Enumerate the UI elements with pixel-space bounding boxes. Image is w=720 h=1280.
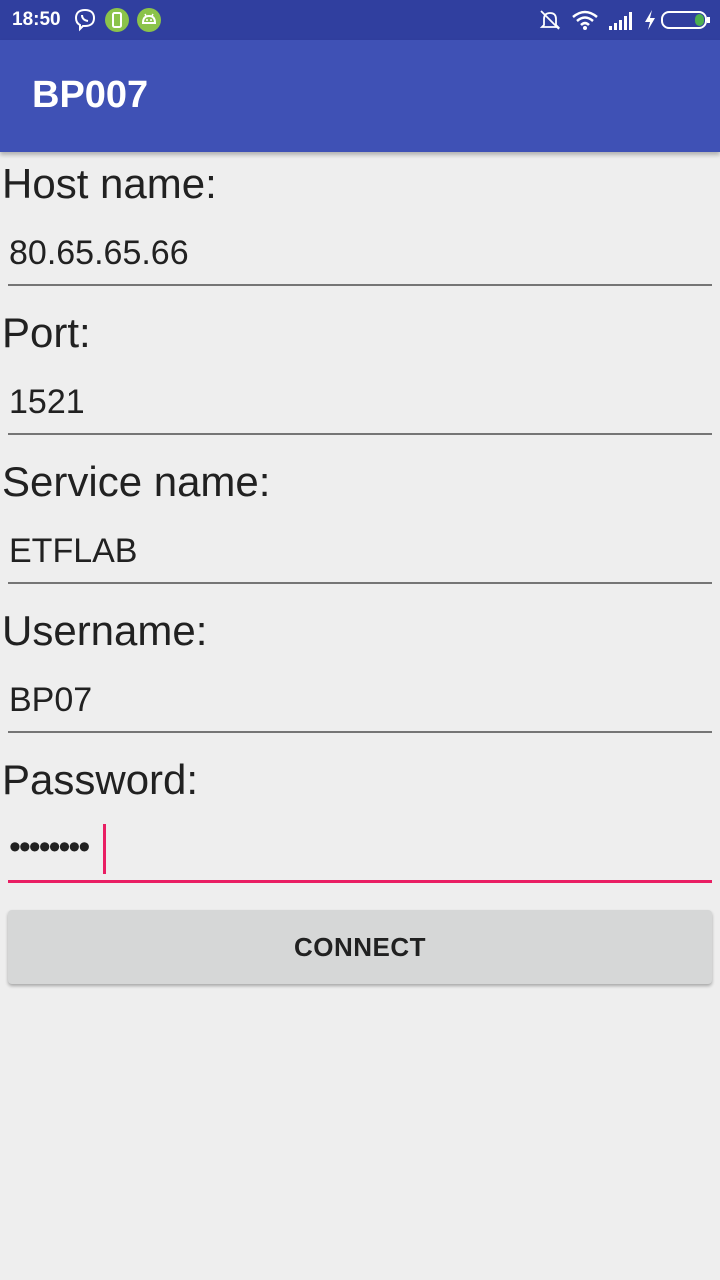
phone-app-icon [105,8,129,37]
status-time: 18:50 [12,9,61,30]
username-input[interactable]: BP07 [8,675,712,733]
viber-icon [74,8,96,37]
password-input[interactable]: •••••••• [8,824,712,883]
battery-icon [661,8,711,37]
host-name-input[interactable]: 80.65.65.66 [8,228,712,286]
wifi-icon [571,8,599,37]
password-value: •••••••• [9,828,90,866]
app-title: BP007 [32,74,149,116]
signal-icon [607,8,635,37]
android-icon [137,8,161,37]
password-label: Password: [2,756,199,803]
service-name-value: ETFLAB [9,532,138,570]
app-bar: BP007 [0,40,720,152]
port-input[interactable]: 1521 [8,377,712,435]
username-value: BP07 [9,681,93,719]
port-label: Port: [2,309,91,356]
port-value: 1521 [9,383,85,421]
text-cursor [103,824,106,874]
host-name-value: 80.65.65.66 [9,234,189,272]
username-label: Username: [2,607,208,654]
status-bar: 18:50 [0,0,720,40]
charging-bolt-icon [643,8,657,37]
service-name-input[interactable]: ETFLAB [8,526,712,584]
notifications-off-icon [538,8,562,37]
connect-button[interactable]: CONNECT [8,910,712,984]
host-name-label: Host name: [2,160,217,207]
service-name-label: Service name: [2,458,271,505]
